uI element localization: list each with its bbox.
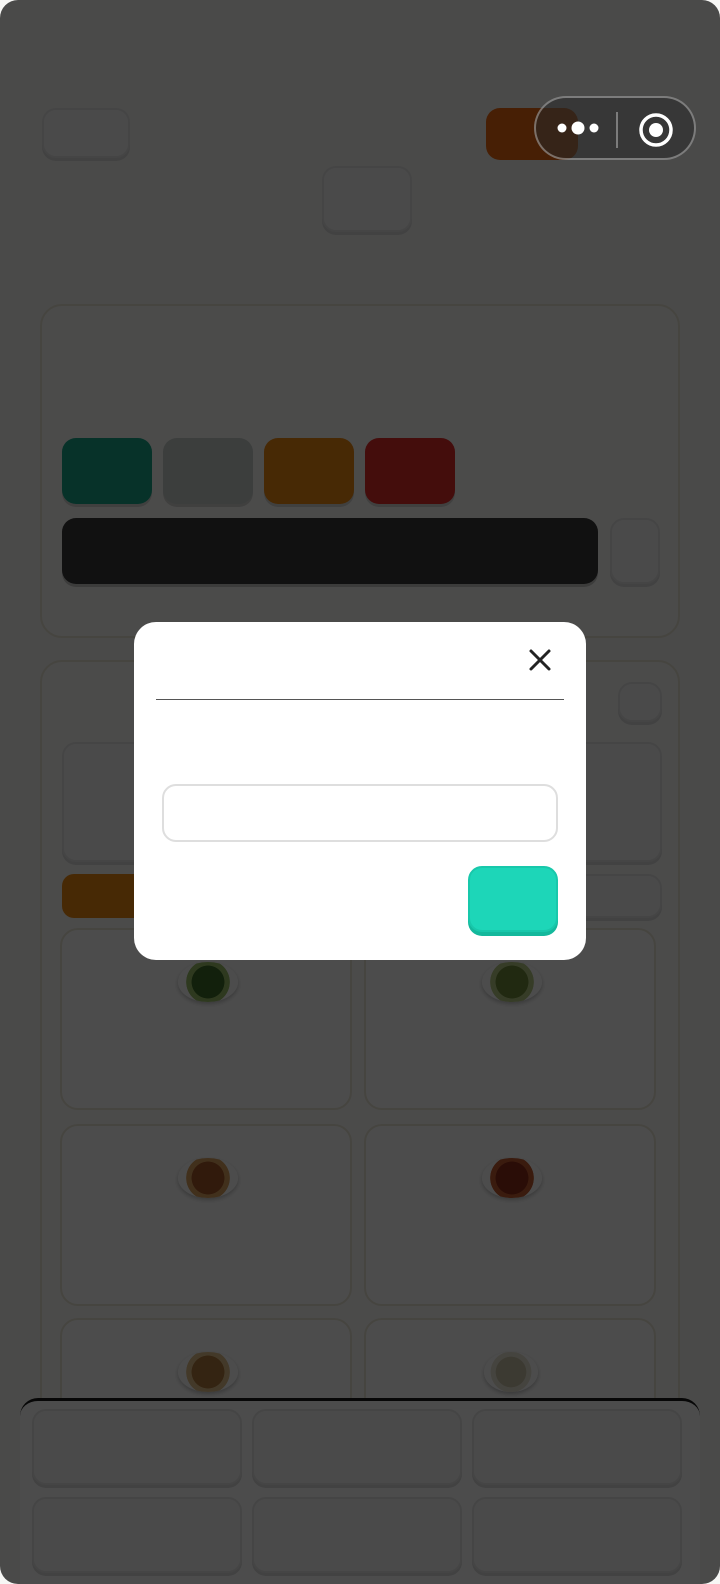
dialog-text-input[interactable] [162,784,558,842]
dialog-message [162,722,558,762]
capsule-divider [616,112,618,148]
more-dots-icon[interactable] [552,116,604,140]
confirm-button[interactable] [468,866,558,932]
target-circle-icon[interactable] [636,110,676,150]
miniprogram-capsule [534,96,696,160]
input-dialog [134,622,586,960]
dialog-divider [156,699,564,700]
close-icon[interactable] [522,642,558,678]
